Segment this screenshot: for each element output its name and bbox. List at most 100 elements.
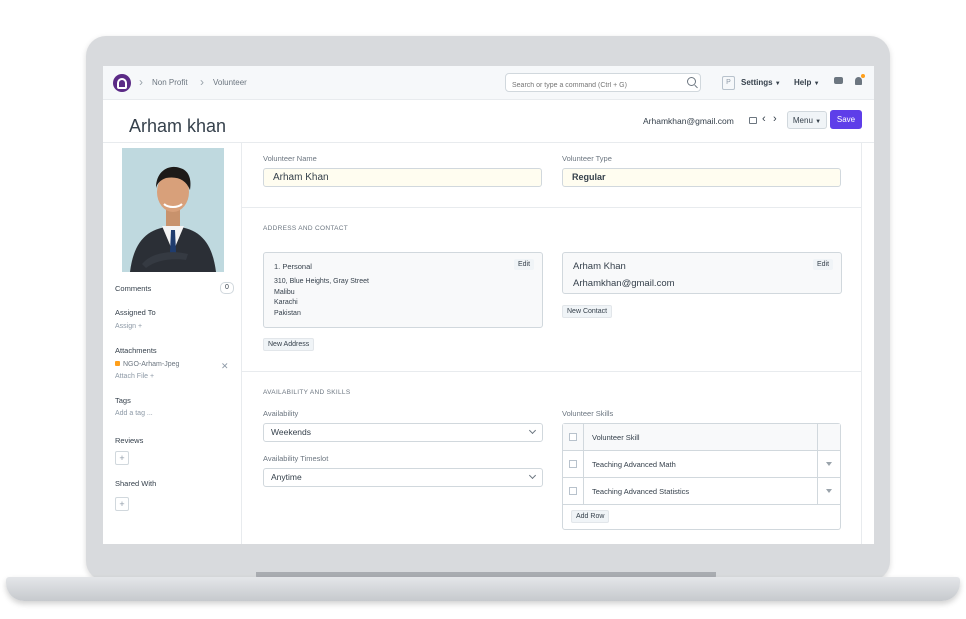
attachment-link[interactable]: NGO-Arham-Jpeg: [115, 361, 179, 368]
add-review-button[interactable]: +: [115, 451, 129, 465]
timeslot-label: Availability Timeslot: [263, 454, 329, 463]
timeslot-select[interactable]: Anytime: [263, 468, 543, 487]
search-input[interactable]: [506, 77, 688, 94]
chevron-down-icon: [528, 471, 537, 480]
menu-button[interactable]: Menu ▼: [787, 111, 827, 129]
volunteer-name-label: Volunteer Name: [263, 154, 317, 163]
navbar: › Non Profit › Volunteer P Settings ▼ He…: [103, 66, 874, 100]
row-expand-icon[interactable]: [826, 489, 832, 493]
column-divider: [817, 424, 818, 450]
help-dropdown[interactable]: Help ▼: [794, 78, 820, 87]
help-label: Help: [794, 78, 812, 87]
address-section-title: ADDRESS AND CONTACT: [263, 225, 349, 232]
volunteer-photo[interactable]: [122, 148, 224, 272]
edit-contact-button[interactable]: Edit: [813, 259, 834, 270]
tags-label: Tags: [115, 396, 131, 405]
comments-count-badge: 0: [220, 282, 234, 294]
add-share-button[interactable]: +: [115, 497, 129, 511]
laptop-base: [6, 577, 960, 601]
new-address-button[interactable]: New Address: [263, 338, 315, 351]
timeslot-value: Anytime: [271, 472, 302, 482]
chat-icon[interactable]: [834, 77, 843, 84]
chevron-right-icon: ›: [139, 75, 143, 89]
row-checkbox[interactable]: [569, 460, 577, 468]
row-checkbox[interactable]: [569, 487, 577, 495]
column-header-skill: Volunteer Skill: [592, 433, 640, 442]
skills-section-title: AVAILABILITY AND SKILLS: [263, 389, 351, 396]
search-box[interactable]: [505, 73, 701, 94]
add-tag-link[interactable]: Add a tag ...: [115, 410, 153, 417]
column-divider: [817, 451, 818, 477]
new-contact-button[interactable]: New Contact: [562, 305, 613, 318]
address-line: 310, Blue Heights, Gray Street: [274, 278, 369, 285]
print-icon[interactable]: [749, 117, 757, 124]
address-line: Karachi: [274, 299, 298, 306]
column-divider: [583, 451, 584, 477]
volunteer-name-field[interactable]: Arham Khan: [263, 168, 542, 187]
settings-label: Settings: [741, 78, 773, 87]
chevron-right-icon: ›: [200, 75, 204, 89]
skill-cell[interactable]: Teaching Advanced Statistics: [592, 487, 689, 496]
app-screen: › Non Profit › Volunteer P Settings ▼ He…: [103, 66, 874, 544]
save-button[interactable]: Save: [830, 110, 862, 129]
availability-value: Weekends: [271, 427, 312, 437]
reviews-label: Reviews: [115, 436, 144, 445]
add-row-button[interactable]: Add Row: [571, 510, 610, 523]
remove-attachment-icon[interactable]: ✕: [221, 361, 229, 372]
caret-down-icon: ▼: [815, 119, 822, 125]
menu-label: Menu: [792, 116, 813, 125]
column-divider: [583, 424, 584, 450]
address-line: Malibu: [274, 288, 295, 296]
section-divider: [242, 207, 861, 208]
shared-with-label: Shared With: [115, 479, 157, 488]
contact-email: Arhamkhan@gmail.com: [573, 278, 675, 289]
page-title: Arham khan: [129, 116, 227, 136]
breadcrumb-non-profit[interactable]: Non Profit: [152, 78, 188, 87]
settings-dropdown[interactable]: Settings ▼: [741, 78, 781, 87]
app-logo-icon[interactable]: [113, 74, 131, 92]
table-row[interactable]: Teaching Advanced Statistics: [563, 478, 840, 505]
caret-down-icon: ▼: [813, 81, 820, 87]
address-line: Pakistan: [274, 309, 301, 317]
attachments-label: Attachments: [115, 346, 157, 355]
table-row[interactable]: Teaching Advanced Math: [563, 451, 840, 478]
next-record-icon[interactable]: ›: [773, 113, 777, 125]
attach-file-link[interactable]: Attach File +: [115, 373, 154, 380]
address-lines: 310, Blue Heights, Gray Street Malibu Ka…: [274, 277, 369, 319]
assign-link[interactable]: Assign +: [115, 323, 142, 330]
address-title: 1. Personal: [274, 262, 312, 271]
column-divider: [583, 478, 584, 504]
comments-label: Comments: [115, 284, 152, 293]
sidebar: Comments 0 Assigned To Assign + Attachme…: [103, 143, 242, 544]
assigned-to-label: Assigned To: [115, 308, 156, 317]
table-footer: Add Row: [563, 505, 840, 529]
contact-name: Arham Khan: [573, 261, 626, 272]
table-header-row: Volunteer Skill: [563, 424, 840, 451]
volunteer-skills-label: Volunteer Skills: [562, 409, 614, 418]
notification-dot: [861, 74, 865, 78]
availability-label: Availability: [263, 409, 299, 418]
select-all-checkbox[interactable]: [569, 433, 577, 441]
breadcrumb-volunteer[interactable]: Volunteer: [213, 78, 247, 87]
header-email: Arhamkhan@gmail.com: [643, 116, 734, 126]
user-avatar[interactable]: P: [722, 76, 735, 90]
availability-select[interactable]: Weekends: [263, 423, 543, 442]
caret-down-icon: ▼: [774, 81, 781, 87]
skill-cell[interactable]: Teaching Advanced Math: [592, 460, 676, 469]
notification-bell-icon[interactable]: [855, 77, 862, 85]
attachment-name: NGO-Arham-Jpeg: [123, 361, 180, 368]
volunteer-type-field[interactable]: Regular: [562, 168, 841, 187]
skills-table: Volunteer Skill Teaching Advanced Math T…: [562, 423, 841, 530]
contact-card: Arham Khan Arhamkhan@gmail.com Edit: [562, 252, 842, 294]
edit-address-button[interactable]: Edit: [514, 259, 535, 270]
search-icon[interactable]: [687, 77, 696, 86]
portrait-image: [122, 148, 224, 272]
column-divider: [817, 478, 818, 504]
row-expand-icon[interactable]: [826, 462, 832, 466]
chevron-down-icon: [528, 426, 537, 435]
address-card: 1. Personal Edit 310, Blue Heights, Gray…: [263, 252, 543, 328]
lock-icon: [115, 361, 120, 366]
section-divider: [242, 371, 861, 372]
volunteer-type-label: Volunteer Type: [562, 154, 612, 163]
previous-record-icon[interactable]: ‹: [762, 113, 766, 125]
